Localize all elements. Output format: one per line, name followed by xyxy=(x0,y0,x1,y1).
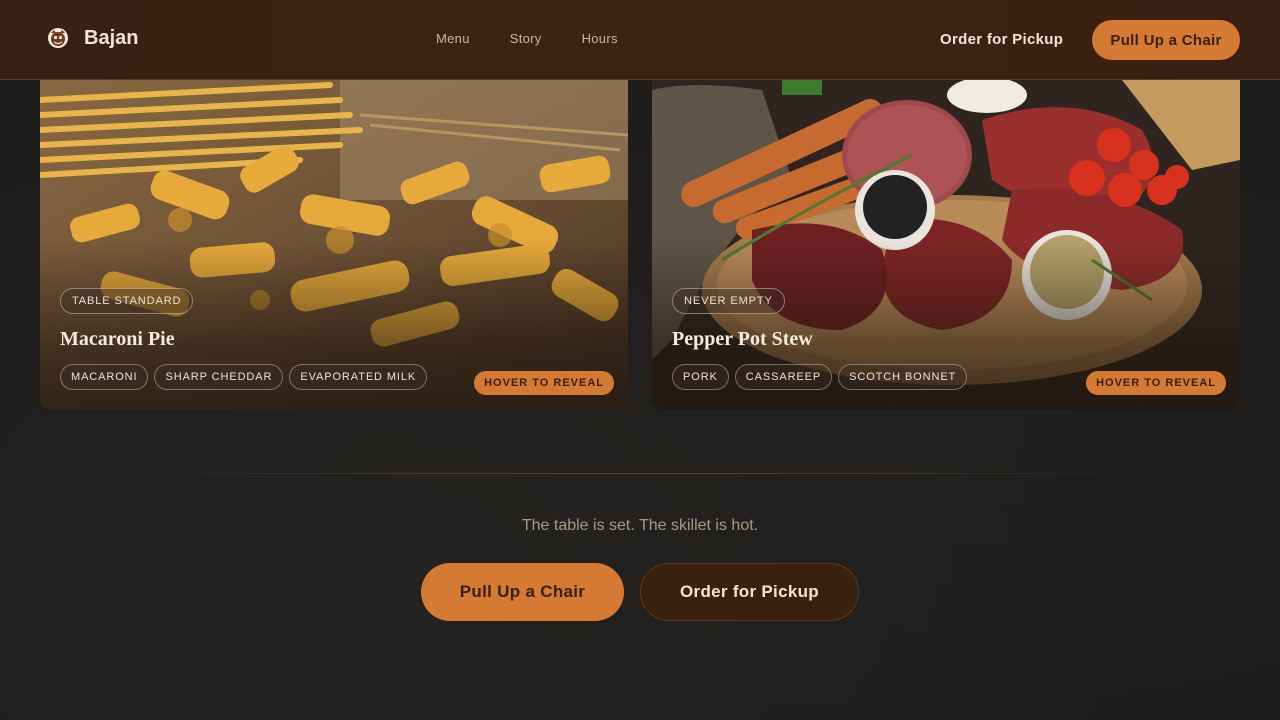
card-title: Pepper Pot Stew xyxy=(672,328,813,350)
card-title: Macaroni Pie xyxy=(60,328,175,350)
order-pickup-button[interactable]: Order for Pickup xyxy=(640,563,859,621)
nav-item-hours[interactable]: Hours xyxy=(582,31,618,46)
hover-reveal-badge[interactable]: HOVER TO REVEAL xyxy=(474,371,614,395)
card-badge: TABLE STANDARD xyxy=(60,288,194,314)
cta-tagline: The table is set. The skillet is hot. xyxy=(521,517,759,534)
pull-up-chair-button-large[interactable]: Pull Up a Chair xyxy=(421,563,624,621)
ingredient-tag: SCOTCH BONNET xyxy=(838,364,968,390)
dish-card-pepper-pot-stew[interactable]: NEVER EMPTY Pepper Pot Stew PORK CASSARE… xyxy=(652,60,1240,410)
ingredient-tag: EVAPORATED MILK xyxy=(289,364,428,390)
pull-up-chair-button[interactable]: Pull Up a Chair xyxy=(1092,20,1240,60)
brand-name: Bajan xyxy=(84,26,139,49)
nav-item-menu[interactable]: Menu xyxy=(436,31,470,46)
site-header: Bajan Menu Story Hours Order for Pickup … xyxy=(0,0,1280,80)
nav-item-story[interactable]: Story xyxy=(510,31,542,46)
brand[interactable]: Bajan xyxy=(46,26,138,50)
ingredient-tag: PORK xyxy=(672,364,729,390)
dish-card-macaroni-pie[interactable]: TABLE STANDARD Macaroni Pie MACARONI SHA… xyxy=(40,60,628,410)
hover-reveal-badge[interactable]: HOVER TO REVEAL xyxy=(1086,371,1226,395)
ingredient-tag: CASSAREEP xyxy=(734,364,833,390)
card-badge: NEVER EMPTY xyxy=(672,288,785,314)
ingredient-tags: MACARONI SHARP CHEDDAR EVAPORATED MILK xyxy=(60,364,428,390)
bajan-logo-icon xyxy=(46,26,70,50)
section-divider xyxy=(120,473,1160,474)
main-nav: Menu Story Hours xyxy=(436,31,618,46)
ingredient-tag: MACARONI xyxy=(60,364,149,390)
ingredient-tags: PORK CASSAREEP SCOTCH BONNET xyxy=(672,364,968,390)
ingredient-tag: SHARP CHEDDAR xyxy=(154,364,284,390)
order-pickup-link[interactable]: Order for Pickup xyxy=(940,31,1063,48)
